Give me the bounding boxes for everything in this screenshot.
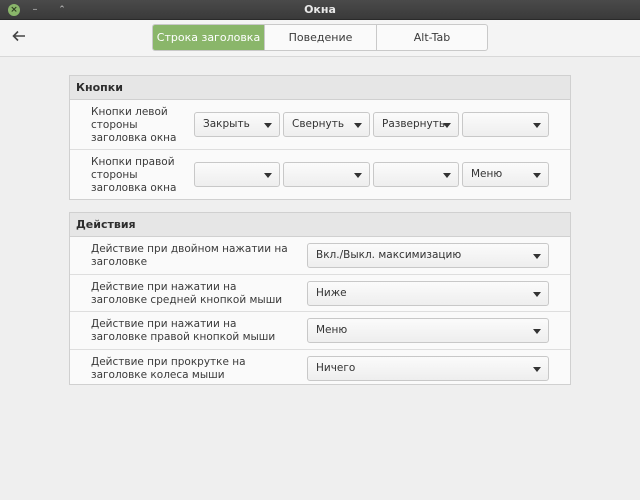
chevron-down-icon xyxy=(533,367,541,372)
buttons-section: Кнопки Кнопки левой стороны заголовка ок… xyxy=(69,75,571,200)
window-title: Окна xyxy=(304,3,336,16)
left-button-dropdown-3[interactable]: Развернуть xyxy=(373,112,459,137)
chevron-down-icon xyxy=(354,123,362,128)
middle-click-dropdown[interactable]: Ниже xyxy=(307,281,549,306)
actions-section: Действия Действие при двойном нажатии на… xyxy=(69,212,571,385)
chevron-down-icon xyxy=(354,173,362,178)
double-click-row: Действие при двойном нажатии на заголовк… xyxy=(70,237,570,275)
window-titlebar: × – ⌃ Окна xyxy=(0,0,640,20)
chevron-down-icon xyxy=(533,292,541,297)
chevron-down-icon xyxy=(264,123,272,128)
back-arrow-icon[interactable] xyxy=(10,29,28,47)
dropdown-value: Вкл./Выкл. максимизацию xyxy=(316,249,462,261)
chevron-down-icon xyxy=(533,329,541,334)
chevron-down-icon xyxy=(533,123,541,128)
right-button-dropdown-1[interactable] xyxy=(194,162,280,187)
header-bar: Строка заголовка Поведение Alt-Tab xyxy=(0,20,640,57)
dropdown-value: Развернуть xyxy=(382,118,446,130)
back-arrow-icon-svg xyxy=(12,30,25,42)
middle-click-row: Действие при нажатии на заголовке средне… xyxy=(70,275,570,312)
dropdown-value: Свернуть xyxy=(292,118,345,130)
section-title-buttons: Кнопки xyxy=(70,76,570,100)
right-button-dropdown-4[interactable]: Меню xyxy=(462,162,549,187)
tab-titlebar[interactable]: Строка заголовка xyxy=(153,25,265,50)
tab-bar: Строка заголовка Поведение Alt-Tab xyxy=(152,24,488,51)
left-button-dropdown-2[interactable]: Свернуть xyxy=(283,112,370,137)
scroll-row: Действие при прокрутке на заголовке коле… xyxy=(70,350,570,385)
chevron-down-icon xyxy=(443,173,451,178)
scroll-label: Действие при прокрутке на заголовке коле… xyxy=(91,356,246,381)
left-button-dropdown-4[interactable] xyxy=(462,112,549,137)
right-click-label: Действие при нажатии на заголовке правой… xyxy=(91,318,276,343)
left-buttons-label: Кнопки левой стороны заголовка окна xyxy=(91,106,177,144)
chevron-down-icon xyxy=(533,254,541,259)
tab-behavior[interactable]: Поведение xyxy=(265,25,377,50)
scroll-dropdown[interactable]: Ничего xyxy=(307,356,549,381)
tab-alt-tab[interactable]: Alt-Tab xyxy=(377,25,487,50)
right-button-dropdown-2[interactable] xyxy=(283,162,370,187)
double-click-dropdown[interactable]: Вкл./Выкл. максимизацию xyxy=(307,243,549,268)
left-button-dropdown-1[interactable]: Закрыть xyxy=(194,112,280,137)
chevron-down-icon xyxy=(533,173,541,178)
right-buttons-row: Кнопки правой стороны заголовка окна Мен… xyxy=(70,150,570,199)
dropdown-value: Ниже xyxy=(316,287,347,299)
double-click-label: Действие при двойном нажатии на заголовк… xyxy=(91,243,288,268)
dropdown-value: Меню xyxy=(471,168,503,180)
dropdown-value: Меню xyxy=(316,324,348,336)
right-click-dropdown[interactable]: Меню xyxy=(307,318,549,343)
dropdown-value: Закрыть xyxy=(203,118,250,130)
chevron-down-icon xyxy=(264,173,272,178)
dropdown-value: Ничего xyxy=(316,362,356,374)
right-buttons-label: Кнопки правой стороны заголовка окна xyxy=(91,156,177,194)
right-button-dropdown-3[interactable] xyxy=(373,162,459,187)
chevron-down-icon xyxy=(443,123,451,128)
section-title-actions: Действия xyxy=(70,213,570,237)
right-click-row: Действие при нажатии на заголовке правой… xyxy=(70,312,570,350)
left-buttons-row: Кнопки левой стороны заголовка окна Закр… xyxy=(70,100,570,150)
middle-click-label: Действие при нажатии на заголовке средне… xyxy=(91,281,283,306)
